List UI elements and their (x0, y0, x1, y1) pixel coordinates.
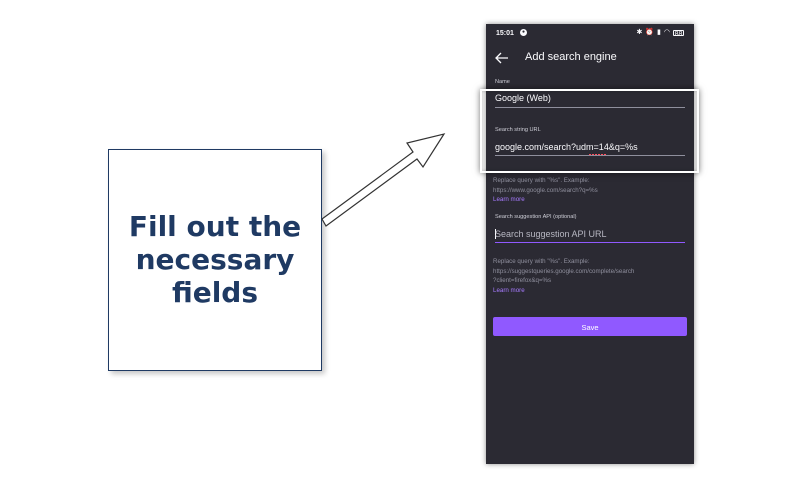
suggestion-api-input[interactable]: Search suggestion API URL (495, 229, 607, 239)
suggestion-api-helper: Replace query with "%s". Example: https:… (493, 257, 685, 295)
signal-icon: ▮ (657, 29, 661, 36)
arrow-shape (321, 133, 446, 227)
callout-text: Fill out the necessary fields (128, 210, 302, 309)
search-url-field[interactable]: google.com/search?udm=14&q=%s (495, 142, 638, 152)
suggestion-api-label: Search suggestion API (optional) (495, 214, 577, 220)
name-field-label: Name (495, 79, 510, 85)
name-field[interactable]: Google (Web) (495, 93, 551, 103)
search-url-underline (495, 155, 685, 156)
bluetooth-icon: ✱ (636, 29, 643, 36)
battery-icon: 88 (673, 30, 684, 38)
suggestion-api-underline (495, 242, 685, 243)
status-bar: 15:01 ● ✱ ⏰ ▮ ◠ 88 (486, 24, 694, 44)
suggestion-api-helper-text: Replace query with "%s". Example: https:… (493, 258, 635, 284)
battery-level: 88 (674, 31, 683, 38)
search-url-label: Search string URL (495, 127, 541, 133)
name-field-underline (495, 107, 685, 108)
back-arrow-icon[interactable] (494, 50, 510, 66)
phone-screen: 15:01 ● ✱ ⏰ ▮ ◠ 88 Add search engine Nam… (486, 24, 694, 464)
callout-box: Fill out the necessary fields (108, 149, 322, 371)
learn-more-link-2[interactable]: Learn more (493, 286, 685, 296)
page-title: Add search engine (525, 51, 617, 63)
alarm-icon: ⏰ (645, 29, 655, 36)
message-icon: ● (520, 29, 527, 36)
app-bar: Add search engine (486, 44, 694, 78)
status-time: 15:01 (496, 30, 514, 37)
save-button[interactable]: Save (493, 317, 687, 336)
learn-more-link[interactable]: Learn more (493, 195, 685, 205)
search-url-helper-text: Replace query with "%s". Example: https:… (493, 177, 598, 194)
status-icons: ✱ ⏰ ▮ ◠ 88 (636, 29, 684, 38)
search-url-helper: Replace query with "%s". Example: https:… (493, 176, 685, 205)
wifi-icon: ◠ (663, 29, 670, 36)
